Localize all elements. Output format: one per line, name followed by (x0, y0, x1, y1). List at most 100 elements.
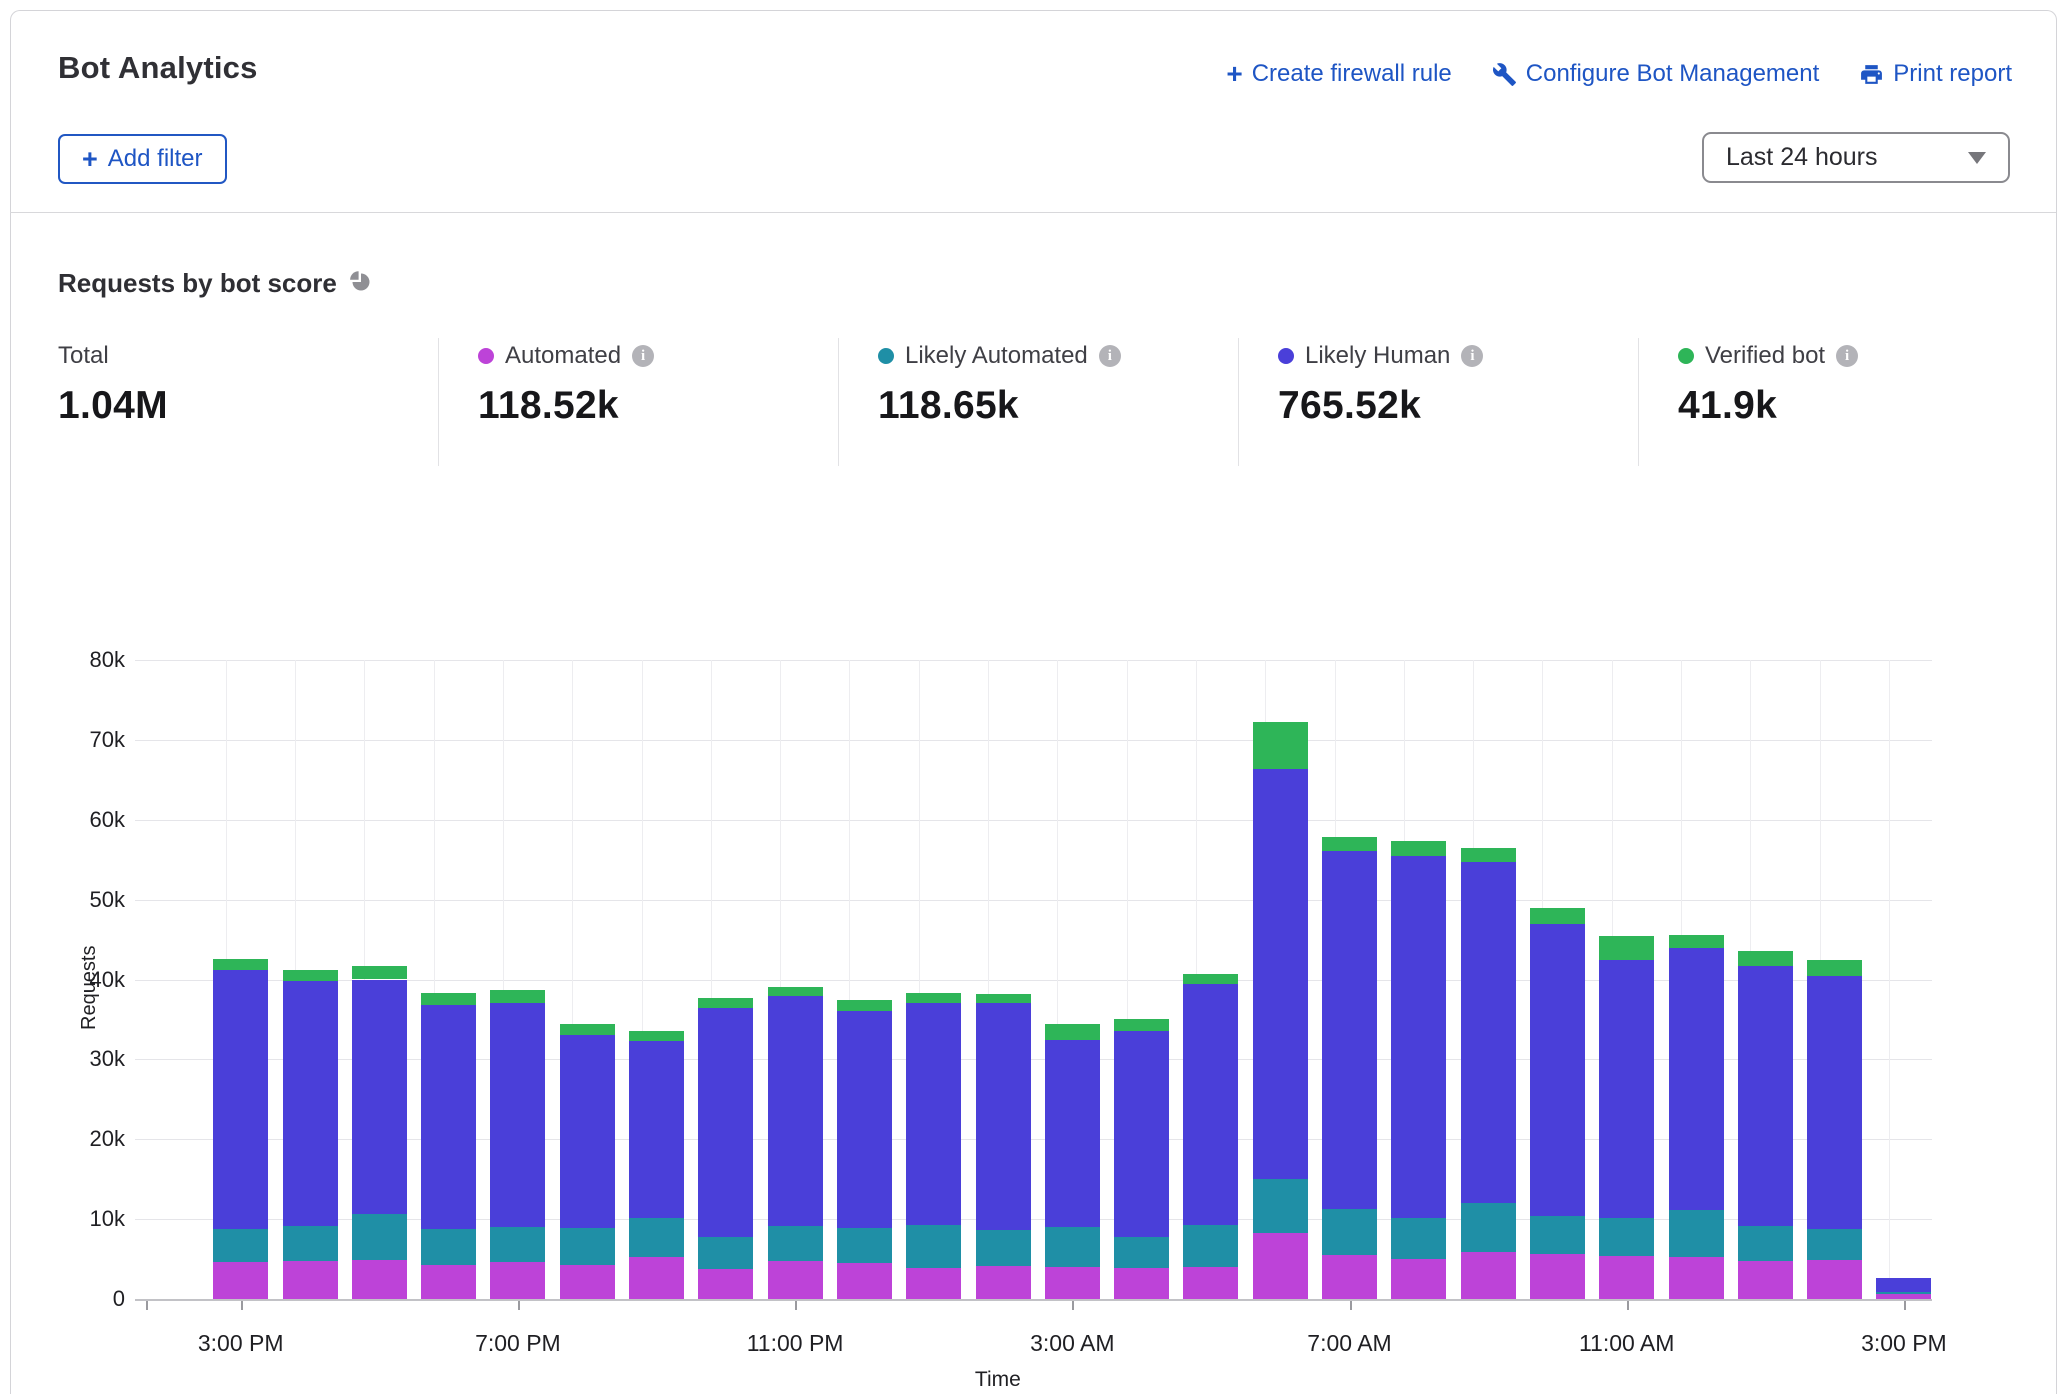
bar-segment-verified-bot[interactable] (1114, 1019, 1169, 1030)
bar-segment-automated[interactable] (1045, 1267, 1100, 1299)
bar-segment-verified-bot[interactable] (768, 987, 823, 996)
bar-segment-verified-bot[interactable] (421, 993, 476, 1005)
bar-segment-verified-bot[interactable] (837, 1000, 892, 1010)
bar-segment-automated[interactable] (906, 1268, 961, 1299)
bar-segment-automated[interactable] (768, 1261, 823, 1299)
bar-segment-automated[interactable] (421, 1265, 476, 1299)
bar-segment-likely-automated[interactable] (490, 1227, 545, 1262)
bar-segment-likely-automated[interactable] (213, 1229, 268, 1263)
bar-segment-verified-bot[interactable] (213, 959, 268, 970)
bar-segment-verified-bot[interactable] (283, 970, 338, 981)
bar-segment-verified-bot[interactable] (1530, 908, 1585, 924)
bar-segment-verified-bot[interactable] (1807, 960, 1862, 976)
bar-segment-automated[interactable] (560, 1265, 615, 1299)
bar-segment-verified-bot[interactable] (1322, 837, 1377, 851)
bar-segment-verified-bot[interactable] (629, 1031, 684, 1041)
bar-segment-automated[interactable] (352, 1260, 407, 1299)
bar-segment-likely-human[interactable] (421, 1005, 476, 1229)
bar-segment-automated[interactable] (1114, 1268, 1169, 1299)
bar-segment-likely-human[interactable] (1183, 984, 1238, 1224)
bar-segment-likely-automated[interactable] (976, 1230, 1031, 1266)
bar-segment-likely-human[interactable] (906, 1003, 961, 1225)
bar-segment-likely-automated[interactable] (1045, 1227, 1100, 1267)
info-icon[interactable]: i (1099, 345, 1121, 367)
bar-segment-likely-automated[interactable] (1738, 1226, 1793, 1261)
bar-segment-automated[interactable] (1599, 1256, 1654, 1299)
bar-segment-automated[interactable] (698, 1269, 753, 1299)
bar-segment-likely-automated[interactable] (768, 1226, 823, 1261)
bar-segment-likely-human[interactable] (1807, 976, 1862, 1229)
bar-segment-likely-automated[interactable] (1183, 1225, 1238, 1267)
print-report-link[interactable]: Print report (1859, 60, 2012, 88)
bar-segment-verified-bot[interactable] (1738, 951, 1793, 966)
bar-segment-automated[interactable] (629, 1257, 684, 1299)
bar-segment-likely-human[interactable] (1322, 851, 1377, 1209)
bar-segment-likely-automated[interactable] (1807, 1229, 1862, 1260)
bar-segment-likely-automated[interactable] (906, 1225, 961, 1268)
bar-segment-likely-human[interactable] (490, 1003, 545, 1227)
bar-segment-automated[interactable] (1322, 1255, 1377, 1299)
bar-segment-likely-human[interactable] (352, 980, 407, 1215)
bar-segment-likely-automated[interactable] (1322, 1209, 1377, 1256)
bar-segment-verified-bot[interactable] (352, 966, 407, 980)
bar-segment-automated[interactable] (1391, 1259, 1446, 1299)
bar-segment-likely-human[interactable] (560, 1035, 615, 1228)
bar-segment-verified-bot[interactable] (976, 994, 1031, 1004)
bar-segment-likely-automated[interactable] (421, 1229, 476, 1265)
bar-segment-verified-bot[interactable] (1599, 936, 1654, 959)
bar-segment-likely-automated[interactable] (1391, 1218, 1446, 1260)
bar-segment-likely-automated[interactable] (1530, 1216, 1585, 1254)
bar-segment-likely-human[interactable] (1738, 966, 1793, 1226)
bar-segment-likely-human[interactable] (629, 1041, 684, 1218)
bar-segment-likely-human[interactable] (1391, 856, 1446, 1217)
bar-segment-likely-human[interactable] (837, 1011, 892, 1228)
bar-segment-likely-automated[interactable] (1876, 1292, 1931, 1294)
bar-segment-verified-bot[interactable] (1253, 722, 1308, 770)
time-range-select[interactable]: Last 24 hours (1702, 132, 2010, 183)
bar-segment-likely-automated[interactable] (560, 1228, 615, 1266)
bar-segment-automated[interactable] (1738, 1261, 1793, 1299)
bar-segment-automated[interactable] (1669, 1257, 1724, 1299)
bar-segment-likely-human[interactable] (1876, 1278, 1931, 1292)
bar-segment-verified-bot[interactable] (1461, 848, 1516, 862)
bar-segment-likely-human[interactable] (768, 996, 823, 1225)
bar-segment-likely-human[interactable] (1669, 948, 1724, 1210)
bar-segment-verified-bot[interactable] (560, 1024, 615, 1034)
bar-segment-verified-bot[interactable] (906, 993, 961, 1002)
bar-segment-verified-bot[interactable] (490, 990, 545, 1003)
bar-segment-automated[interactable] (490, 1262, 545, 1299)
bar-segment-likely-automated[interactable] (698, 1237, 753, 1269)
bar-segment-verified-bot[interactable] (1669, 935, 1724, 949)
bar-segment-automated[interactable] (1807, 1260, 1862, 1299)
bar-segment-likely-automated[interactable] (629, 1218, 684, 1257)
bar-segment-automated[interactable] (1461, 1252, 1516, 1299)
bar-segment-likely-human[interactable] (698, 1008, 753, 1237)
bar-segment-automated[interactable] (976, 1266, 1031, 1299)
configure-bot-management-link[interactable]: Configure Bot Management (1492, 60, 1820, 88)
bar-segment-verified-bot[interactable] (1045, 1024, 1100, 1040)
bar-segment-automated[interactable] (213, 1262, 268, 1299)
bar-segment-likely-human[interactable] (1461, 862, 1516, 1203)
bar-segment-likely-human[interactable] (283, 981, 338, 1226)
bar-segment-likely-human[interactable] (1253, 769, 1308, 1179)
info-icon[interactable]: i (1836, 345, 1858, 367)
bar-segment-automated[interactable] (837, 1263, 892, 1299)
bar-segment-likely-human[interactable] (976, 1003, 1031, 1230)
bar-segment-automated[interactable] (1253, 1233, 1308, 1299)
bar-segment-verified-bot[interactable] (698, 998, 753, 1008)
bar-segment-likely-human[interactable] (1045, 1040, 1100, 1227)
bar-segment-likely-automated[interactable] (283, 1226, 338, 1261)
bar-segment-automated[interactable] (283, 1261, 338, 1299)
bar-segment-likely-human[interactable] (1114, 1031, 1169, 1238)
bar-segment-likely-human[interactable] (213, 970, 268, 1229)
bar-segment-likely-automated[interactable] (1114, 1237, 1169, 1267)
bar-segment-likely-automated[interactable] (837, 1228, 892, 1263)
add-filter-button[interactable]: + Add filter (58, 134, 227, 184)
create-firewall-rule-link[interactable]: +Create firewall rule (1226, 60, 1451, 88)
bar-segment-likely-automated[interactable] (1669, 1210, 1724, 1256)
bar-segment-verified-bot[interactable] (1391, 841, 1446, 857)
bar-segment-likely-human[interactable] (1599, 960, 1654, 1219)
bar-segment-likely-automated[interactable] (352, 1214, 407, 1260)
bar-segment-likely-human[interactable] (1530, 924, 1585, 1216)
bar-segment-verified-bot[interactable] (1183, 974, 1238, 985)
